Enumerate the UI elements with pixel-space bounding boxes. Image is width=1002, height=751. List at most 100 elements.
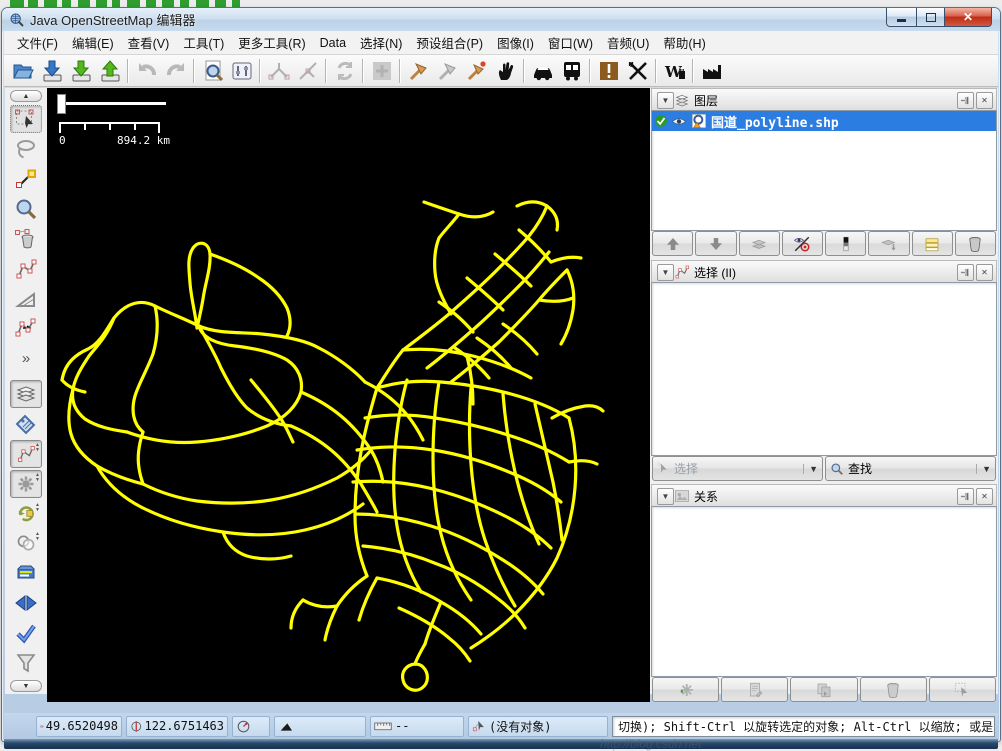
upload-data-button[interactable] <box>95 56 124 85</box>
collapse-selection-button[interactable]: ▼ <box>657 264 674 281</box>
sidebar-scroll-up-button[interactable]: ▲ <box>10 90 42 102</box>
pin-selection-button[interactable] <box>957 264 974 281</box>
menu-edit[interactable]: 编辑(E) <box>65 30 121 55</box>
menu-file[interactable]: 文件(F) <box>10 30 65 55</box>
menu-more-tools[interactable]: 更多工具(R) <box>231 30 312 55</box>
collapse-layers-button[interactable]: ▼ <box>657 92 674 109</box>
relations-list[interactable] <box>651 506 997 677</box>
close-selection-button[interactable]: ✕ <box>976 264 993 281</box>
select-relation-members-button[interactable] <box>929 677 996 702</box>
zoom-slider[interactable] <box>57 94 167 114</box>
undo-button[interactable] <box>132 56 161 85</box>
menu-view[interactable]: 查看(V) <box>121 30 177 55</box>
minimize-button[interactable] <box>886 8 917 27</box>
edit-relation-button[interactable] <box>721 677 788 702</box>
search-menu-button[interactable]: 查找 ▼ <box>825 456 996 481</box>
factory-preset-button[interactable] <box>697 56 726 85</box>
activate-layer-button[interactable] <box>739 231 780 256</box>
select-menu-button[interactable]: 选择 ▼ <box>652 456 823 481</box>
menu-data[interactable]: Data <box>313 33 353 53</box>
save-button[interactable] <box>66 56 95 85</box>
menu-selection[interactable]: 选择(N) <box>353 30 409 55</box>
duplicate-relation-button[interactable] <box>790 677 857 702</box>
menu-imagery[interactable]: 图像(I) <box>490 30 541 55</box>
toggle-changesets-dialog-button[interactable] <box>10 589 42 617</box>
zoom-slider-handle[interactable] <box>57 94 66 114</box>
split-way-button[interactable] <box>404 56 433 85</box>
layer-visible-eye-icon[interactable] <box>671 116 687 127</box>
update-data-button[interactable] <box>330 56 359 85</box>
combine-way-button[interactable] <box>433 56 462 85</box>
layers-list[interactable]: 国道_polyline.shp <box>651 110 997 231</box>
toggle-selection-dialog-button[interactable]: ▲▼ <box>10 440 42 468</box>
download-along-button[interactable] <box>367 56 396 85</box>
menu-help[interactable]: 帮助(H) <box>656 30 712 55</box>
restore-button[interactable] <box>917 8 944 27</box>
merge-layer-down-button[interactable] <box>868 231 909 256</box>
toggle-filter-dialog-button[interactable] <box>10 649 42 677</box>
magnifier-icon <box>830 462 844 476</box>
scroll-up-icon: ▲ <box>23 93 30 100</box>
improve-accuracy-tool-button[interactable] <box>10 315 42 343</box>
toggle-history-dialog-button[interactable]: ▲▼ <box>10 500 42 528</box>
extrude-tool-button[interactable] <box>10 285 42 313</box>
toggle-layers-dialog-button[interactable] <box>10 380 42 408</box>
close-button[interactable]: ✕ <box>944 8 992 27</box>
join-node-to-way-button[interactable] <box>293 56 322 85</box>
move-layer-down-button[interactable] <box>695 231 736 256</box>
bus-preset-button[interactable] <box>557 56 586 85</box>
more-tools-button[interactable]: » <box>10 344 42 372</box>
close-relations-button[interactable]: ✕ <box>976 488 993 505</box>
menu-audio[interactable]: 音频(U) <box>600 30 656 55</box>
sidebar-scroll-down-button[interactable]: ▼ <box>10 680 42 692</box>
map-view[interactable]: 0 894.2 km <box>47 88 650 702</box>
move-layer-up-button[interactable] <box>652 231 693 256</box>
toolbar-separator <box>399 59 401 83</box>
toggle-conflicts-dialog-button[interactable]: ▲▼ <box>10 529 42 557</box>
merge-nodes-button[interactable] <box>264 56 293 85</box>
restaurant-preset-button[interactable] <box>623 56 652 85</box>
redo-button[interactable] <box>161 56 190 85</box>
car-preset-button[interactable] <box>528 56 557 85</box>
angle-icon <box>278 718 294 734</box>
toggle-notes-dialog-button[interactable] <box>10 559 42 587</box>
selection-list[interactable] <box>651 282 997 456</box>
warning-preset-button[interactable] <box>594 56 623 85</box>
pin-layers-button[interactable] <box>957 92 974 109</box>
menu-presets[interactable]: 预设组合(P) <box>409 30 490 55</box>
delete-relation-button[interactable] <box>860 677 927 702</box>
extrude-icon <box>14 287 38 311</box>
menu-tools[interactable]: 工具(T) <box>176 30 231 55</box>
pin-relations-button[interactable] <box>957 488 974 505</box>
new-relation-button[interactable] <box>652 677 719 702</box>
close-layers-button[interactable]: ✕ <box>976 92 993 109</box>
delete-tool-button[interactable] <box>10 225 42 253</box>
castle-preset-button[interactable]: W <box>660 56 689 85</box>
select-tool-button[interactable] <box>10 105 42 133</box>
layer-opacity-button[interactable] <box>825 231 866 256</box>
unglue-way-button[interactable] <box>462 56 491 85</box>
preferences-search-button[interactable] <box>198 56 227 85</box>
toggle-relations-dialog-button[interactable]: ▲▼ <box>10 470 42 498</box>
collapse-relations-button[interactable]: ▼ <box>657 488 674 505</box>
parallel-copy-tool-button[interactable] <box>10 255 42 283</box>
duplicate-layer-icon <box>923 235 941 253</box>
main-toolbar: W <box>4 55 998 87</box>
zoom-tool-button[interactable] <box>10 195 42 223</box>
duplicate-layer-button[interactable] <box>912 231 953 256</box>
open-file-button[interactable] <box>8 56 37 85</box>
menu-windows[interactable]: 窗口(W) <box>541 30 600 55</box>
delete-layer-button[interactable] <box>955 231 996 256</box>
layer-name: 国道_polyline.shp <box>711 112 839 131</box>
draw-nodes-tool-button[interactable] <box>10 165 42 193</box>
lasso-tool-button[interactable] <box>10 135 42 163</box>
preferences-button[interactable] <box>227 56 256 85</box>
download-data-button[interactable] <box>37 56 66 85</box>
dropdown-caret-icon: ▼ <box>976 464 991 474</box>
toggle-validator-dialog-button[interactable] <box>10 619 42 647</box>
toggle-tags-dialog-button[interactable] <box>10 410 42 438</box>
layer-row[interactable]: 国道_polyline.shp <box>652 111 996 131</box>
show-hide-layer-button[interactable] <box>782 231 823 256</box>
title-bar[interactable]: Java OpenStreetMap 编辑器 ✕ <box>2 8 1000 31</box>
pan-hand-button[interactable] <box>491 56 520 85</box>
